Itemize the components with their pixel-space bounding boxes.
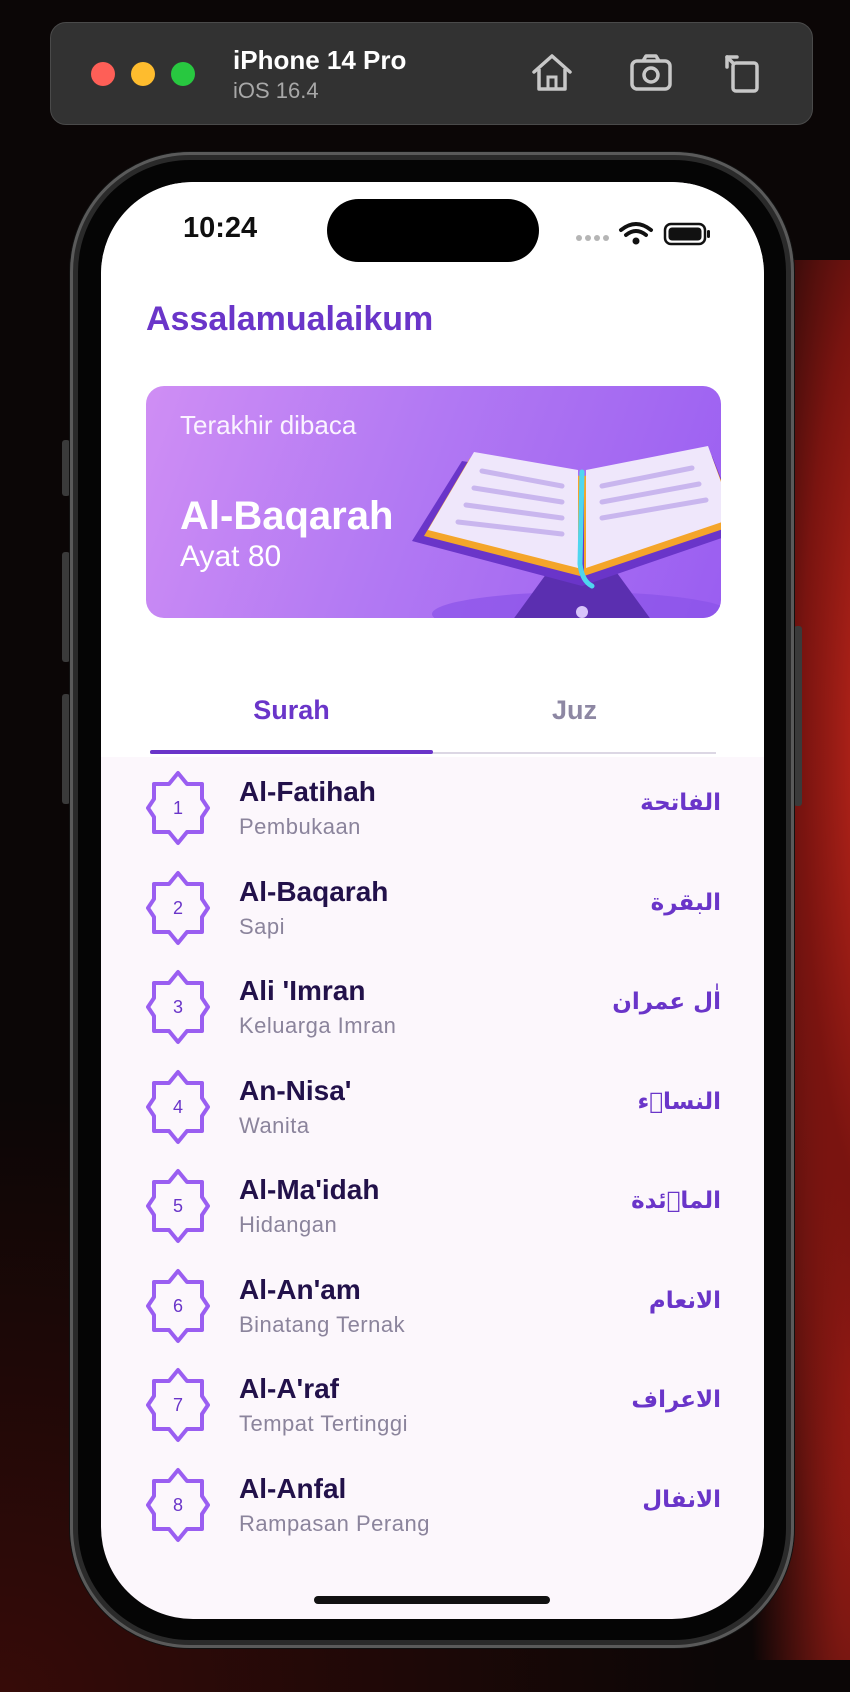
simulator-toolbar: iPhone 14 Pro iOS 16.4	[50, 22, 813, 125]
surah-arabic: اٰل عمران	[612, 989, 721, 1015]
list-item[interactable]: 6 Al-An'am Binatang Ternak الانعام	[101, 1258, 764, 1358]
signal-dots-icon	[576, 235, 609, 241]
surah-number: 3	[172, 997, 183, 1017]
surah-name: Al-An'am	[239, 1273, 361, 1305]
minimize-window-button[interactable]	[131, 62, 155, 86]
surah-name: Al-Baqarah	[239, 875, 389, 907]
surah-meaning: Tempat Tertinggi	[239, 1411, 409, 1436]
surah-number: 6	[172, 1295, 183, 1316]
surah-meaning: Pembukaan	[239, 814, 361, 839]
open-quran-illustration	[412, 446, 721, 618]
surah-arabic: النساۤء	[637, 1088, 721, 1115]
close-window-button[interactable]	[91, 62, 115, 86]
list-item[interactable]: 3 Ali 'Imran Keluarga Imran اٰل عمران	[101, 959, 764, 1059]
list-item[interactable]: 8 Al-Anfal Rampasan Perang الانفال	[101, 1457, 764, 1557]
action-button	[62, 440, 70, 496]
surah-arabic: البقرة	[650, 889, 721, 916]
surah-name: Al-Ma'idah	[239, 1174, 380, 1205]
device-os-version: iOS 16.4	[233, 78, 319, 103]
list-item[interactable]: 7 Al-A'raf Tempat Tertinggi الاعراف	[101, 1357, 764, 1457]
greeting-title: Assalamualaikum	[146, 300, 434, 338]
screenshot-icon[interactable]	[629, 51, 673, 95]
surah-number: 4	[172, 1096, 183, 1117]
home-icon[interactable]	[530, 51, 574, 95]
list-item[interactable]: 1 Al-Fatihah Pembukaan الفاتحة	[101, 760, 764, 860]
list-item[interactable]: 2 Al-Baqarah Sapi البقرة	[101, 860, 764, 960]
zoom-window-button[interactable]	[171, 62, 195, 86]
surah-number: 7	[172, 1395, 183, 1415]
last-read-surah: Al-Baqarah	[180, 494, 394, 538]
volume-down-button	[62, 694, 70, 804]
volume-up-button	[62, 552, 70, 662]
surah-meaning: Sapi	[239, 913, 286, 939]
surah-name: An-Nisa'	[239, 1074, 352, 1106]
surah-number: 2	[172, 897, 183, 918]
surah-arabic: الانفال	[642, 1486, 721, 1513]
last-read-label: Terakhir dibaca	[180, 410, 357, 440]
tab-active-indicator	[150, 750, 433, 754]
surah-name: Al-Anfal	[239, 1472, 347, 1504]
surah-meaning: Rampasan Perang	[239, 1510, 430, 1536]
surah-arabic: الماۤئدة	[631, 1188, 721, 1214]
surah-number: 1	[172, 798, 183, 818]
dynamic-island	[327, 199, 539, 262]
battery-icon	[663, 222, 710, 246]
surah-name: Al-Fatihah	[239, 776, 376, 807]
last-read-card[interactable]: Terakhir dibaca Al-Baqarah Ayat 80	[146, 386, 721, 618]
surah-name: Al-A'raf	[239, 1373, 339, 1404]
home-indicator[interactable]	[314, 1596, 550, 1604]
tab-juz[interactable]: Juz	[433, 672, 716, 752]
surah-list: 1 Al-Fatihah Pembukaan الفاتحة 2 Al-Baqa…	[101, 760, 764, 1556]
surah-meaning: Hidangan	[239, 1212, 338, 1237]
power-button	[794, 626, 802, 806]
status-time: 10:24	[183, 212, 258, 244]
surah-name: Ali 'Imran	[239, 975, 366, 1006]
tab-bar: Surah Juz	[150, 672, 716, 756]
surah-arabic: الفاتحة	[640, 790, 721, 816]
surah-number: 8	[172, 1494, 183, 1515]
list-item[interactable]: 5 Al-Ma'idah Hidangan الماۤئدة	[101, 1158, 764, 1258]
phone-screen: 10:24 Assalamualaikum Terakhir dibaca Al…	[101, 182, 764, 1619]
last-read-ayat: Ayat 80	[180, 540, 282, 573]
surah-arabic: الانعام	[648, 1287, 721, 1314]
surah-meaning: Wanita	[239, 1112, 310, 1138]
status-icons	[576, 222, 710, 246]
device-name: iPhone 14 Pro	[233, 45, 407, 75]
list-item[interactable]: 4 An-Nisa' Wanita النساۤء	[101, 1059, 764, 1159]
surah-arabic: الاعراف	[631, 1387, 721, 1413]
surah-number: 5	[172, 1196, 183, 1216]
rotate-icon[interactable]	[721, 51, 765, 95]
surah-meaning: Keluarga Imran	[239, 1013, 397, 1038]
wifi-icon	[619, 222, 653, 245]
tab-surah[interactable]: Surah	[150, 672, 433, 752]
surah-meaning: Binatang Ternak	[239, 1311, 406, 1337]
